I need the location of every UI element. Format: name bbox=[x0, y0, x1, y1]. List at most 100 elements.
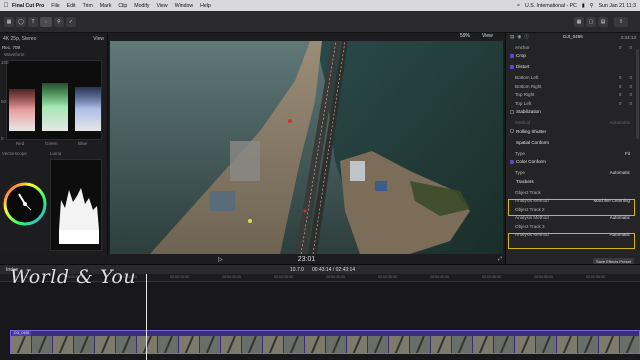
photos-button[interactable]: ◯ bbox=[16, 17, 26, 27]
inspector-row-top-right[interactable]: Top Right 0 0 bbox=[506, 91, 636, 99]
menu-file[interactable]: File bbox=[51, 3, 59, 9]
row-label: Object Track bbox=[515, 189, 541, 195]
ruler-tick: 00:00:40:00 bbox=[430, 275, 449, 279]
video-scopes-panel: 4K 25p, Stereo View Rec. 709 Waveform 10… bbox=[0, 33, 108, 255]
search-icon[interactable]: ⚲ bbox=[590, 3, 594, 9]
y-value[interactable]: 0 bbox=[629, 75, 632, 80]
keyword-button[interactable]: ⚲ bbox=[54, 17, 64, 27]
row-label: Method bbox=[515, 120, 531, 125]
ruler-tick: 00:00:50:00 bbox=[534, 275, 553, 279]
selected-track-highlight-2 bbox=[508, 233, 635, 249]
zoom-menu[interactable]: 59% bbox=[460, 33, 470, 39]
inspector-row-distort[interactable]: Distort bbox=[506, 63, 636, 71]
scopes-view-menu[interactable]: View bbox=[93, 36, 104, 42]
ruler-tick: 00:00:25:00 bbox=[274, 275, 293, 279]
inspector-row-type[interactable]: Type Fit bbox=[506, 149, 636, 157]
format-label: 4K 25p, Stereo bbox=[3, 36, 37, 42]
xy-values[interactable]: 00 bbox=[619, 45, 636, 50]
inspector-row-stabilization[interactable]: Stabilization bbox=[506, 108, 636, 116]
inspector-row-color-conform[interactable]: Color Conform bbox=[506, 158, 636, 166]
inspector-clip-name: DJI_0486 bbox=[563, 34, 583, 39]
inspector-row-bottom-right[interactable]: Bottom Right 0 0 bbox=[506, 82, 636, 90]
y-value[interactable]: 0 bbox=[629, 92, 632, 97]
clock[interactable]: Sun Jan 21 11:3 bbox=[599, 3, 636, 9]
row-value[interactable]: Automatic bbox=[610, 170, 636, 175]
row-value[interactable]: Fit bbox=[625, 151, 636, 156]
x-value[interactable]: 0 bbox=[619, 75, 622, 80]
section-checkbox[interactable] bbox=[510, 53, 514, 58]
play-icon[interactable]: ▷ bbox=[218, 256, 223, 263]
layout-icon[interactable]: ▦ bbox=[574, 17, 584, 27]
inspector-row-object-track-3[interactable]: Object Track 3 bbox=[506, 222, 636, 230]
menu-trim[interactable]: Trim bbox=[83, 3, 93, 9]
wifi-icon[interactable]: ≈ bbox=[517, 3, 520, 9]
menu-clip[interactable]: Clip bbox=[118, 3, 127, 9]
x-value[interactable]: 0 bbox=[619, 84, 622, 89]
xy-values[interactable]: 00 bbox=[619, 92, 636, 97]
menu-app[interactable]: Final Cut Pro bbox=[12, 3, 44, 9]
y-value[interactable]: 0 bbox=[629, 101, 632, 106]
menu-view[interactable]: View bbox=[157, 3, 168, 9]
inspector-scrollbar[interactable] bbox=[636, 49, 639, 139]
y-value[interactable]: 0 bbox=[629, 45, 632, 50]
inspector-row-object-track[interactable]: Object Track bbox=[506, 188, 636, 196]
section-checkbox[interactable] bbox=[510, 159, 514, 164]
inspector-toggle-icon[interactable]: ▤ bbox=[598, 17, 608, 27]
section-checkbox[interactable] bbox=[510, 64, 514, 69]
status-area: ≈ U.S. International - PC ▮ ⚲ Sun Jan 21… bbox=[517, 3, 640, 9]
inspector-row-spatial-conform[interactable]: Spatial Conform bbox=[506, 138, 636, 146]
clip-filmstrip bbox=[11, 336, 639, 353]
inspector-row-anchor[interactable]: Anchor 0 0 bbox=[506, 43, 636, 51]
titles-button[interactable]: T bbox=[28, 17, 38, 27]
timeline-zoom: 10.7.0 bbox=[290, 266, 304, 273]
row-label: Object Track 3 bbox=[515, 223, 545, 229]
menu-modify[interactable]: Modify bbox=[134, 3, 149, 9]
inspector-row-top-left[interactable]: Top Left 0 0 bbox=[506, 99, 636, 107]
menu-mark[interactable]: Mark bbox=[100, 3, 112, 9]
x-value[interactable]: 0 bbox=[619, 101, 622, 106]
menu-window[interactable]: Window bbox=[175, 3, 193, 9]
viewer-footer: ▷ 23:01 ⤢ bbox=[108, 254, 505, 264]
waveform-scope bbox=[6, 60, 102, 140]
inspector-row-type[interactable]: Type Automatic bbox=[506, 169, 636, 177]
viewer-frame[interactable] bbox=[110, 41, 503, 254]
scale-mid: 50 bbox=[1, 99, 7, 104]
inspector-row-method[interactable]: Method Automatic bbox=[506, 119, 636, 127]
y-value[interactable]: 0 bbox=[629, 84, 632, 89]
xy-values[interactable]: 00 bbox=[619, 84, 636, 89]
input-source[interactable]: U.S. International - PC bbox=[525, 3, 577, 9]
fullscreen-icon[interactable]: ⤢ bbox=[498, 256, 502, 262]
inspector-row-bottom-left[interactable]: Bottom Left 0 0 bbox=[506, 74, 636, 82]
check-button[interactable]: ✓ bbox=[66, 17, 76, 27]
import-button[interactable]: ↓ bbox=[40, 17, 52, 27]
share-button[interactable]: ⇧ bbox=[614, 17, 628, 27]
x-value[interactable]: 0 bbox=[619, 92, 622, 97]
luma-scope bbox=[50, 159, 102, 251]
toolbar: ▦ ◯ T ↓ ⚲ ✓ ▦ ▢ ▤ ⇧ bbox=[0, 11, 640, 33]
viewer-toggle-icon[interactable]: ▢ bbox=[586, 17, 596, 27]
row-label: Spatial Conform bbox=[516, 139, 549, 145]
viewer-view-menu[interactable]: View bbox=[482, 33, 493, 39]
section-checkbox[interactable] bbox=[510, 129, 514, 133]
apple-icon[interactable]:  bbox=[0, 2, 12, 9]
vectorscope-graph bbox=[3, 182, 47, 226]
x-value[interactable]: 0 bbox=[619, 45, 622, 50]
section-checkbox[interactable] bbox=[510, 109, 514, 114]
inspector-row-rolling-shutter[interactable]: Rolling Shutter bbox=[506, 127, 636, 135]
playhead[interactable] bbox=[146, 274, 147, 360]
row-value[interactable]: Automatic bbox=[610, 120, 636, 125]
inspector-panel: ▤ ◉ ⓘ 2:43:14 DJI_0486 Anchor 0 0 Crop Disto… bbox=[505, 33, 640, 264]
timeline-clip[interactable]: DJI_0486 bbox=[10, 330, 640, 354]
menu-edit[interactable]: Edit bbox=[67, 3, 76, 9]
viewer-header: 59% View bbox=[108, 33, 505, 41]
xy-values[interactable]: 00 bbox=[619, 101, 636, 106]
inspector-row-trackers[interactable]: Trackers bbox=[506, 177, 636, 185]
library-button[interactable]: ▦ bbox=[4, 17, 14, 27]
channel-blue: Blue bbox=[78, 141, 88, 146]
row-label: Trackers bbox=[516, 178, 534, 184]
battery-icon[interactable]: ▮ bbox=[582, 3, 585, 9]
menu-help[interactable]: Help bbox=[200, 3, 211, 9]
inspector-row-crop[interactable]: Crop bbox=[506, 52, 636, 60]
xy-values[interactable]: 00 bbox=[619, 75, 636, 80]
viewer-timecode[interactable]: 23:01 bbox=[298, 256, 316, 263]
